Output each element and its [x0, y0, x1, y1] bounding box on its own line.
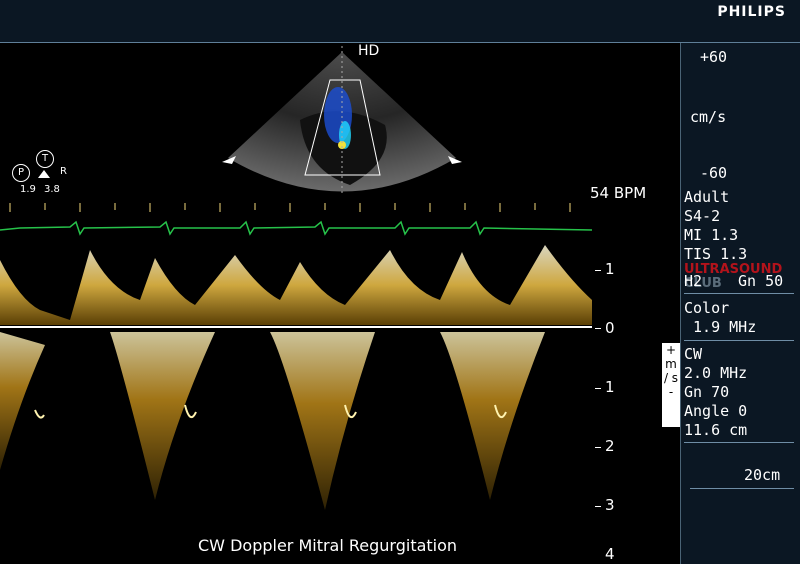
scale-tick: [595, 388, 601, 389]
t-marker: T: [36, 150, 54, 168]
scale-label: 0: [605, 319, 615, 337]
scale-tick: [595, 447, 601, 448]
velocity-unit-label: + m / s -: [662, 343, 680, 427]
scale-label: 1: [605, 378, 615, 396]
divider: [690, 488, 794, 489]
cw-angle: Angle 0: [684, 402, 748, 420]
color-scale-units: cm/s: [690, 108, 727, 126]
patient-position-marker: P T R 1.9 3.8: [10, 150, 80, 200]
scale-label: 4: [605, 545, 615, 563]
color-frequency: 1.9 MHz: [684, 318, 757, 336]
image-caption: CW Doppler Mitral Regurgitation: [198, 536, 458, 555]
r-marker: R: [60, 166, 67, 177]
orientation-marker: HD: [358, 43, 380, 59]
color-scale-max: +60: [700, 48, 728, 66]
color-scale-min: -60: [700, 164, 728, 182]
triangle-icon: [38, 170, 50, 178]
ecg-trace: [0, 220, 593, 236]
scale-tick: [595, 270, 601, 271]
patient-type: Adult: [684, 188, 730, 206]
cw-frequency: 2.0 MHz: [684, 364, 748, 382]
cw-mode: CW: [684, 345, 703, 363]
p-marker: P: [12, 164, 30, 182]
divider: [684, 293, 794, 294]
harmonic-setting: H2: [684, 272, 703, 290]
marker-value-1: 1.9: [20, 184, 36, 195]
heart-rate: 54 BPM: [590, 184, 647, 202]
sweep-scale: 20cm: [744, 466, 781, 484]
scale-label: 2: [605, 437, 615, 455]
cw-gain: Gn 70: [684, 383, 730, 401]
scale-label: 1: [605, 260, 615, 278]
scale-tick: [595, 328, 601, 329]
probe: S4-2: [684, 207, 721, 225]
divider: [684, 442, 794, 443]
tis-value: TIS 1.3: [684, 245, 748, 263]
2d-gain: Gn 50: [738, 272, 784, 290]
scale-tick: [595, 506, 601, 507]
marker-value-2: 3.8: [44, 184, 60, 195]
color-mode: Color: [684, 299, 730, 317]
sample-depth: 11.6 cm: [684, 421, 748, 439]
mi-value: MI 1.3: [684, 226, 739, 244]
divider: [684, 340, 794, 341]
scale-label: 3: [605, 496, 615, 514]
